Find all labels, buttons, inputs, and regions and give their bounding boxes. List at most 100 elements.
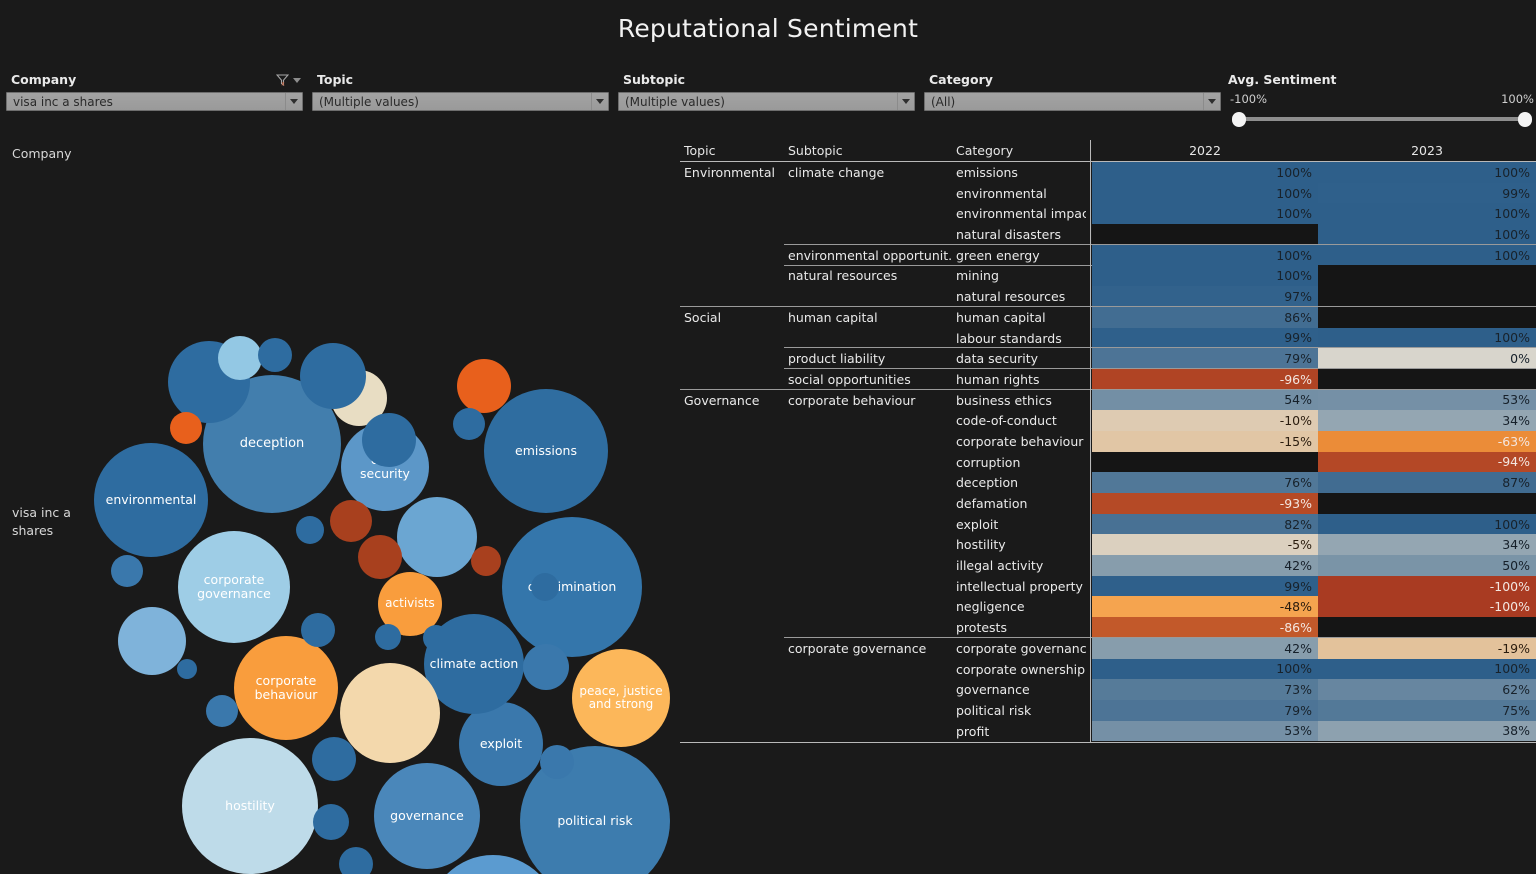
cell-year-2022[interactable] — [1092, 224, 1318, 245]
bubble-unlabeled[interactable] — [340, 663, 440, 763]
cell-year-2022[interactable]: 79% — [1092, 699, 1318, 721]
table-header-2023[interactable]: 2023 — [1411, 143, 1443, 158]
bubble-unlabeled[interactable] — [453, 408, 485, 440]
cell-year-2023[interactable] — [1318, 306, 1536, 328]
bubble-governance[interactable]: governance — [374, 763, 480, 869]
table-row[interactable]: environmental 100% 99% — [676, 182, 1536, 204]
table-row[interactable]: social opportunities human rights -96% — [676, 368, 1536, 390]
table-row[interactable]: natural resources mining 100% — [676, 265, 1536, 287]
table-row[interactable]: intellectual property 99% -100% — [676, 575, 1536, 597]
bubble-discrimination[interactable]: discrimination — [502, 517, 642, 657]
cell-year-2022[interactable]: -10% — [1092, 410, 1318, 431]
table-row[interactable]: product liability data security 79% 0% — [676, 348, 1536, 369]
slider-handle-max[interactable] — [1518, 112, 1532, 127]
cell-year-2023[interactable]: 100% — [1318, 513, 1536, 535]
cell-year-2023[interactable]: 100% — [1318, 162, 1536, 183]
table-row[interactable]: Social human capital human capital 86% — [676, 306, 1536, 328]
table-row[interactable]: corporate ownership 100% 100% — [676, 658, 1536, 680]
cell-year-2022[interactable]: 82% — [1092, 513, 1318, 535]
bubble-hostility[interactable]: hostility — [182, 738, 318, 874]
table-header-2022[interactable]: 2022 — [1189, 143, 1221, 158]
table-row[interactable]: illegal activity 42% 50% — [676, 555, 1536, 576]
table-row[interactable]: Governance corporate behaviour business et… — [676, 389, 1536, 411]
cell-year-2023[interactable]: 100% — [1318, 658, 1536, 680]
cell-year-2022[interactable]: 100% — [1092, 182, 1318, 204]
table-row[interactable]: corporate behaviour -15% -63% — [676, 430, 1536, 452]
cell-year-2022[interactable]: 73% — [1092, 679, 1318, 700]
table-row[interactable]: corporate governance corporate governance… — [676, 637, 1536, 659]
cell-year-2023[interactable]: 75% — [1318, 699, 1536, 721]
cell-year-2022[interactable]: 100% — [1092, 265, 1318, 287]
bubble-unlabeled[interactable] — [423, 625, 449, 651]
cell-year-2023[interactable] — [1318, 493, 1536, 514]
cell-year-2023[interactable]: 87% — [1318, 472, 1536, 493]
bubble-corporate-governance[interactable]: corporate governance — [178, 531, 290, 643]
cell-year-2023[interactable]: 100% — [1318, 224, 1536, 245]
cell-year-2022[interactable]: -96% — [1092, 368, 1318, 390]
filter-company-dropdown[interactable]: visa inc a shares — [6, 92, 303, 111]
table-row[interactable]: labour standards 99% 100% — [676, 327, 1536, 349]
bubble-unlabeled[interactable] — [457, 359, 511, 413]
table-row[interactable]: natural resources 97% — [676, 286, 1536, 307]
cell-year-2022[interactable]: -15% — [1092, 430, 1318, 452]
table-row[interactable]: exploit 82% 100% — [676, 513, 1536, 535]
cell-year-2022[interactable]: 42% — [1092, 555, 1318, 576]
cell-year-2023[interactable]: 62% — [1318, 679, 1536, 700]
bubble-emissions[interactable]: emissions — [484, 389, 608, 513]
cell-year-2023[interactable] — [1318, 368, 1536, 390]
table-row[interactable]: natural disasters 100% — [676, 224, 1536, 245]
bubble-unlabeled[interactable] — [111, 555, 143, 587]
chevron-down-icon[interactable] — [285, 93, 302, 110]
cell-year-2023[interactable]: 100% — [1318, 327, 1536, 349]
cell-year-2022[interactable]: 100% — [1092, 203, 1318, 225]
chevron-down-icon[interactable] — [591, 93, 608, 110]
cell-year-2023[interactable] — [1318, 617, 1536, 638]
cell-year-2023[interactable]: 34% — [1318, 534, 1536, 556]
bubble-corporate-behaviour[interactable]: corporate behaviour — [234, 636, 338, 740]
cell-year-2023[interactable]: 34% — [1318, 410, 1536, 431]
cell-year-2023[interactable] — [1318, 265, 1536, 287]
table-header-category[interactable]: Category — [956, 143, 1013, 158]
bubble-exploit[interactable]: exploit — [459, 702, 543, 786]
table-row[interactable]: code-of-conduct -10% 34% — [676, 410, 1536, 431]
cell-year-2023[interactable]: 38% — [1318, 720, 1536, 742]
cell-year-2023[interactable]: -19% — [1318, 637, 1536, 659]
cell-year-2023[interactable]: 99% — [1318, 182, 1536, 204]
bubble-unlabeled[interactable] — [375, 624, 401, 650]
bubble-environmental[interactable]: environmental — [94, 443, 208, 557]
cell-year-2022[interactable]: 97% — [1092, 286, 1318, 307]
bubble-unlabeled[interactable] — [206, 695, 238, 727]
clear-filter-icon[interactable]: x — [276, 74, 289, 86]
slider-rail[interactable] — [1238, 117, 1526, 121]
table-row[interactable]: defamation -93% — [676, 493, 1536, 514]
cell-year-2022[interactable]: 99% — [1092, 575, 1318, 597]
bubble-unlabeled[interactable] — [531, 573, 559, 601]
cell-year-2022[interactable]: 53% — [1092, 720, 1318, 742]
cell-year-2023[interactable]: 100% — [1318, 203, 1536, 225]
avg-sentiment-slider[interactable] — [1228, 110, 1536, 128]
cell-year-2023[interactable]: -94% — [1318, 451, 1536, 473]
cell-year-2022[interactable]: -86% — [1092, 617, 1318, 638]
bubble-unlabeled[interactable] — [330, 500, 372, 542]
cell-year-2022[interactable] — [1092, 451, 1318, 473]
table-row[interactable]: governance 73% 62% — [676, 679, 1536, 700]
bubble-unlabeled[interactable] — [258, 338, 292, 372]
cell-year-2022[interactable]: 99% — [1092, 327, 1318, 349]
cell-year-2023[interactable]: 100% — [1318, 244, 1536, 266]
chevron-down-icon[interactable] — [897, 93, 914, 110]
bubble-unlabeled[interactable] — [358, 535, 402, 579]
bubble-unlabeled[interactable] — [313, 804, 349, 840]
bubble-peace-justice-and-strong[interactable]: peace, justice and strong — [572, 649, 670, 747]
cell-year-2022[interactable]: 100% — [1092, 658, 1318, 680]
cell-year-2022[interactable]: 54% — [1092, 389, 1318, 411]
table-header-subtopic[interactable]: Subtopic — [788, 143, 843, 158]
bubble-unlabeled[interactable] — [301, 613, 335, 647]
cell-year-2023[interactable] — [1318, 286, 1536, 307]
table-row[interactable]: profit 53% 38% — [676, 720, 1536, 742]
cell-year-2023[interactable]: 0% — [1318, 348, 1536, 369]
slider-handle-min[interactable] — [1232, 112, 1246, 127]
bubble-unlabeled[interactable] — [170, 412, 202, 444]
bubble-unlabeled[interactable] — [397, 497, 477, 577]
cell-year-2022[interactable]: 100% — [1092, 162, 1318, 183]
table-header-topic[interactable]: Topic — [684, 143, 715, 158]
